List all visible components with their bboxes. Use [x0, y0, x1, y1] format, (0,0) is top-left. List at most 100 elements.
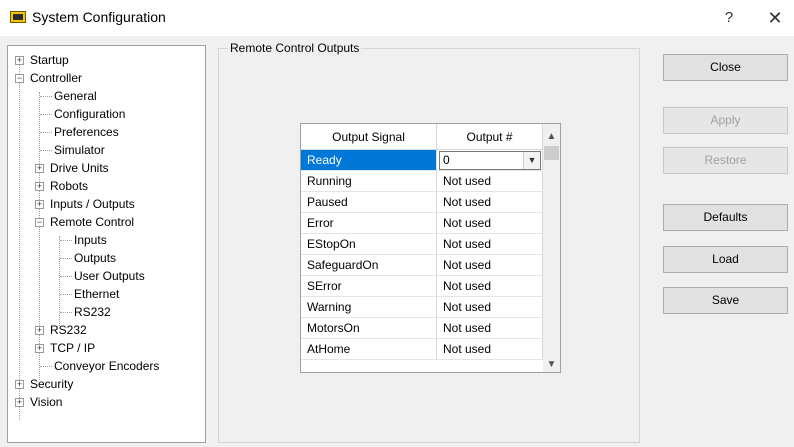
tree-line — [40, 132, 52, 133]
save-button[interactable]: Save — [663, 287, 788, 314]
expand-icon[interactable]: + — [15, 398, 24, 407]
tree-item-label: Security — [30, 377, 74, 391]
tree-item-rc-user-outputs[interactable]: User Outputs — [8, 267, 198, 285]
tree-line — [60, 294, 72, 295]
output-cell[interactable]: Not used — [437, 297, 543, 318]
tree-item-controller[interactable]: − Controller — [8, 69, 198, 87]
tree-item-drive-units[interactable]: + Drive Units — [8, 159, 198, 177]
scroll-down-icon[interactable]: ▼ — [543, 356, 560, 372]
expand-icon[interactable]: + — [15, 380, 24, 389]
tree-item-rc-rs232[interactable]: RS232 — [8, 303, 198, 321]
table-row[interactable]: Ready 0 ▼ — [301, 150, 543, 171]
table-row[interactable]: EStopOn Not used — [301, 234, 543, 255]
collapse-icon[interactable]: − — [15, 74, 24, 83]
column-header-output-signal[interactable]: Output Signal — [301, 124, 437, 150]
output-cell[interactable]: Not used — [437, 171, 543, 192]
output-cell[interactable]: Not used — [437, 276, 543, 297]
signal-cell[interactable]: EStopOn — [301, 234, 437, 255]
restore-button[interactable]: Restore — [663, 147, 788, 174]
tree-item-label: Remote Control — [50, 215, 135, 229]
tree-item-label: RS232 — [74, 305, 111, 319]
tree-item-label: TCP / IP — [50, 341, 96, 355]
defaults-button[interactable]: Defaults — [663, 204, 788, 231]
table-row[interactable]: Error Not used — [301, 213, 543, 234]
table-row[interactable]: SError Not used — [301, 276, 543, 297]
table-row[interactable]: Paused Not used — [301, 192, 543, 213]
signal-cell[interactable]: Warning — [301, 297, 437, 318]
chevron-down-icon[interactable]: ▼ — [523, 152, 540, 169]
table-row[interactable]: AtHome Not used — [301, 339, 543, 360]
tree-line — [60, 276, 72, 277]
apply-button[interactable]: Apply — [663, 107, 788, 134]
table-row[interactable]: Running Not used — [301, 171, 543, 192]
tree-item-rs232[interactable]: + RS232 — [8, 321, 198, 339]
output-cell[interactable]: Not used — [437, 234, 543, 255]
table-row[interactable]: Warning Not used — [301, 297, 543, 318]
grid-scrollbar[interactable]: ▲ ▼ — [543, 124, 560, 372]
output-cell[interactable]: Not used — [437, 318, 543, 339]
column-header-output-number[interactable]: Output # — [437, 124, 543, 150]
tree-item-label: Simulator — [54, 143, 105, 157]
tree-line — [40, 150, 52, 151]
signal-cell[interactable]: AtHome — [301, 339, 437, 360]
tree-item-security[interactable]: + Security — [8, 375, 198, 393]
signal-cell[interactable]: Ready — [301, 150, 437, 171]
output-cell[interactable]: Not used — [437, 339, 543, 360]
tree-item-label: General — [54, 89, 97, 103]
signal-cell[interactable]: SafeguardOn — [301, 255, 437, 276]
tree-item-rc-ethernet[interactable]: Ethernet — [8, 285, 198, 303]
close-button[interactable]: Close — [663, 54, 788, 81]
table-row[interactable]: MotorsOn Not used — [301, 318, 543, 339]
tree-item-label: Ethernet — [74, 287, 120, 301]
scroll-up-icon[interactable]: ▲ — [543, 128, 560, 145]
tree-item-label: Drive Units — [50, 161, 109, 175]
signal-cell[interactable]: Paused — [301, 192, 437, 213]
tree-item-rc-inputs[interactable]: Inputs — [8, 231, 198, 249]
tree-line — [60, 312, 72, 313]
dropdown-value: 0 — [443, 153, 450, 167]
tree-item-general[interactable]: General — [8, 87, 198, 105]
tree-item-preferences[interactable]: Preferences — [8, 123, 198, 141]
window-title: System Configuration — [32, 9, 166, 25]
tree-item-label: User Outputs — [74, 269, 145, 283]
tree-item-label: Startup — [30, 53, 69, 67]
table-row[interactable]: SafeguardOn Not used — [301, 255, 543, 276]
expand-icon[interactable]: + — [35, 164, 44, 173]
expand-icon[interactable]: + — [35, 200, 44, 209]
tree-item-label: Conveyor Encoders — [54, 359, 160, 373]
tree-item-tcp-ip[interactable]: + TCP / IP — [8, 339, 198, 357]
collapse-icon[interactable]: − — [35, 218, 44, 227]
tree-line — [60, 240, 72, 241]
tree-line — [60, 258, 72, 259]
expand-icon[interactable]: + — [15, 56, 24, 65]
signal-cell[interactable]: MotorsOn — [301, 318, 437, 339]
tree-item-conveyor-encoders[interactable]: Conveyor Encoders — [8, 357, 198, 375]
scroll-thumb[interactable] — [544, 146, 559, 160]
tree-item-label: Inputs — [74, 233, 107, 247]
config-tree[interactable]: + Startup − Controller General Configura… — [7, 45, 206, 443]
expand-icon[interactable]: + — [35, 326, 44, 335]
expand-icon[interactable]: + — [35, 182, 44, 191]
signal-cell[interactable]: Error — [301, 213, 437, 234]
tree-line — [40, 114, 52, 115]
close-window-icon[interactable]: ✕ — [760, 6, 790, 30]
output-number-dropdown[interactable]: 0 ▼ — [439, 151, 541, 170]
output-cell[interactable]: Not used — [437, 213, 543, 234]
load-button[interactable]: Load — [663, 246, 788, 273]
signal-cell[interactable]: Running — [301, 171, 437, 192]
signal-cell[interactable]: SError — [301, 276, 437, 297]
tree-item-configuration[interactable]: Configuration — [8, 105, 198, 123]
expand-icon[interactable]: + — [35, 344, 44, 353]
tree-item-remote-control[interactable]: − Remote Control — [8, 213, 198, 231]
tree-item-rc-outputs[interactable]: Outputs — [8, 249, 198, 267]
output-cell[interactable]: Not used — [437, 255, 543, 276]
tree-item-simulator[interactable]: Simulator — [8, 141, 198, 159]
tree-item-startup[interactable]: + Startup — [8, 51, 198, 69]
tree-item-vision[interactable]: + Vision — [8, 393, 198, 411]
outputs-grid[interactable]: Output Signal Output # Ready 0 ▼ Running… — [300, 123, 561, 373]
tree-item-inputs-outputs[interactable]: + Inputs / Outputs — [8, 195, 198, 213]
help-button[interactable]: ? — [714, 6, 744, 30]
tree-item-robots[interactable]: + Robots — [8, 177, 198, 195]
app-icon — [10, 11, 26, 23]
output-cell[interactable]: Not used — [437, 192, 543, 213]
